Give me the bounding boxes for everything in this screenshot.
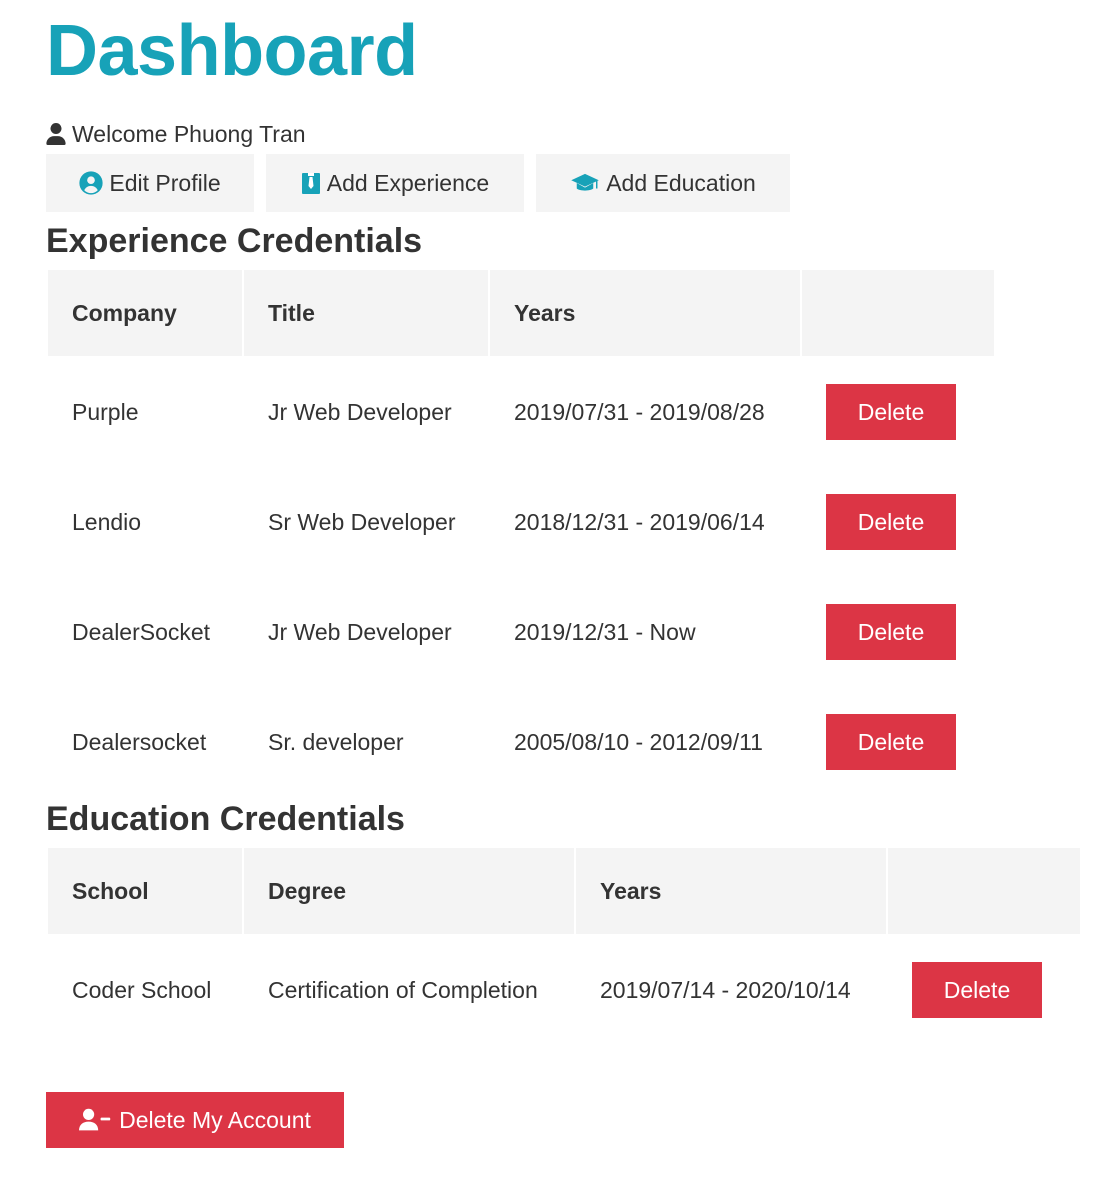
years-cell: 2019/07/14 - 2020/10/14 — [600, 976, 851, 1003]
degree-cell: Certification of Completion — [268, 976, 538, 1003]
column-header-years: Years — [490, 270, 800, 356]
years-cell: 2019/12/31 - Now — [514, 618, 696, 645]
company-cell: Lendio — [72, 508, 142, 535]
school-cell: Coder School — [72, 976, 212, 1003]
add-education-label: Add Education — [606, 169, 756, 196]
delete-education-button[interactable]: Delete — [912, 962, 1042, 1018]
table-row: Coder School Certification of Completion… — [48, 936, 1080, 1044]
graduation-cap-icon — [571, 173, 599, 191]
page-title: Dashboard — [46, 11, 418, 91]
delete-experience-button[interactable]: Delete — [826, 494, 956, 550]
education-table: School Degree Years Coder School Certifi… — [46, 846, 1082, 1046]
company-cell: Dealersocket — [72, 728, 207, 755]
table-row: Lendio Sr Web Developer 2018/12/31 - 201… — [48, 468, 994, 576]
column-header-company: Company — [48, 270, 242, 356]
experience-heading: Experience Credentials — [46, 222, 423, 260]
add-education-button[interactable]: Add Education — [536, 154, 790, 212]
education-heading: Education Credentials — [46, 800, 405, 838]
delete-experience-button[interactable]: Delete — [826, 604, 956, 660]
title-cell: Sr Web Developer — [268, 508, 456, 535]
edit-profile-button[interactable]: Edit Profile — [46, 154, 254, 212]
user-tie-icon — [301, 173, 320, 194]
years-cell: 2019/07/31 - 2019/08/28 — [514, 398, 765, 425]
welcome-text: Welcome Phuong Tran — [72, 121, 306, 147]
delete-account-label: Delete My Account — [119, 1106, 311, 1133]
column-header-title: Title — [244, 270, 488, 356]
company-cell: DealerSocket — [72, 618, 211, 645]
years-cell: 2018/12/31 - 2019/06/14 — [514, 508, 765, 535]
company-cell: Purple — [72, 398, 139, 425]
add-experience-button[interactable]: Add Experience — [266, 154, 524, 212]
edit-profile-label: Edit Profile — [109, 169, 221, 196]
action-cell: Delete — [802, 358, 994, 466]
years-cell: 2005/08/10 - 2012/09/11 — [514, 728, 763, 755]
column-header-actions — [888, 848, 1080, 934]
add-experience-label: Add Experience — [326, 169, 490, 196]
table-row: Purple Jr Web Developer 2019/07/31 - 201… — [48, 358, 994, 466]
welcome-message: Welcome Phuong Tran — [46, 118, 306, 150]
action-cell: Delete — [802, 468, 994, 576]
delete-account-button[interactable]: Delete My Account — [46, 1092, 344, 1148]
column-header-degree: Degree — [244, 848, 574, 934]
title-cell: Jr Web Developer — [268, 398, 452, 425]
column-header-years: Years — [576, 848, 886, 934]
table-row: DealerSocket Jr Web Developer 2019/12/31… — [48, 578, 994, 686]
action-cell: Delete — [802, 578, 994, 686]
education-header-row: School Degree Years — [48, 848, 1080, 934]
table-row: Dealersocket Sr. developer 2005/08/10 - … — [48, 688, 994, 796]
title-cell: Jr Web Developer — [268, 618, 452, 645]
title-cell: Sr. developer — [268, 728, 404, 755]
user-minus-icon — [79, 1108, 111, 1131]
action-cell: Delete — [888, 936, 1080, 1044]
action-cell: Delete — [802, 688, 994, 796]
experience-table: Company Title Years Purple Jr Web Develo… — [46, 268, 996, 798]
delete-experience-button[interactable]: Delete — [826, 384, 956, 440]
user-circle-icon — [79, 171, 104, 195]
user-icon — [46, 123, 66, 145]
experience-header-row: Company Title Years — [48, 270, 994, 356]
delete-experience-button[interactable]: Delete — [826, 714, 956, 770]
column-header-actions — [802, 270, 994, 356]
column-header-school: School — [48, 848, 242, 934]
